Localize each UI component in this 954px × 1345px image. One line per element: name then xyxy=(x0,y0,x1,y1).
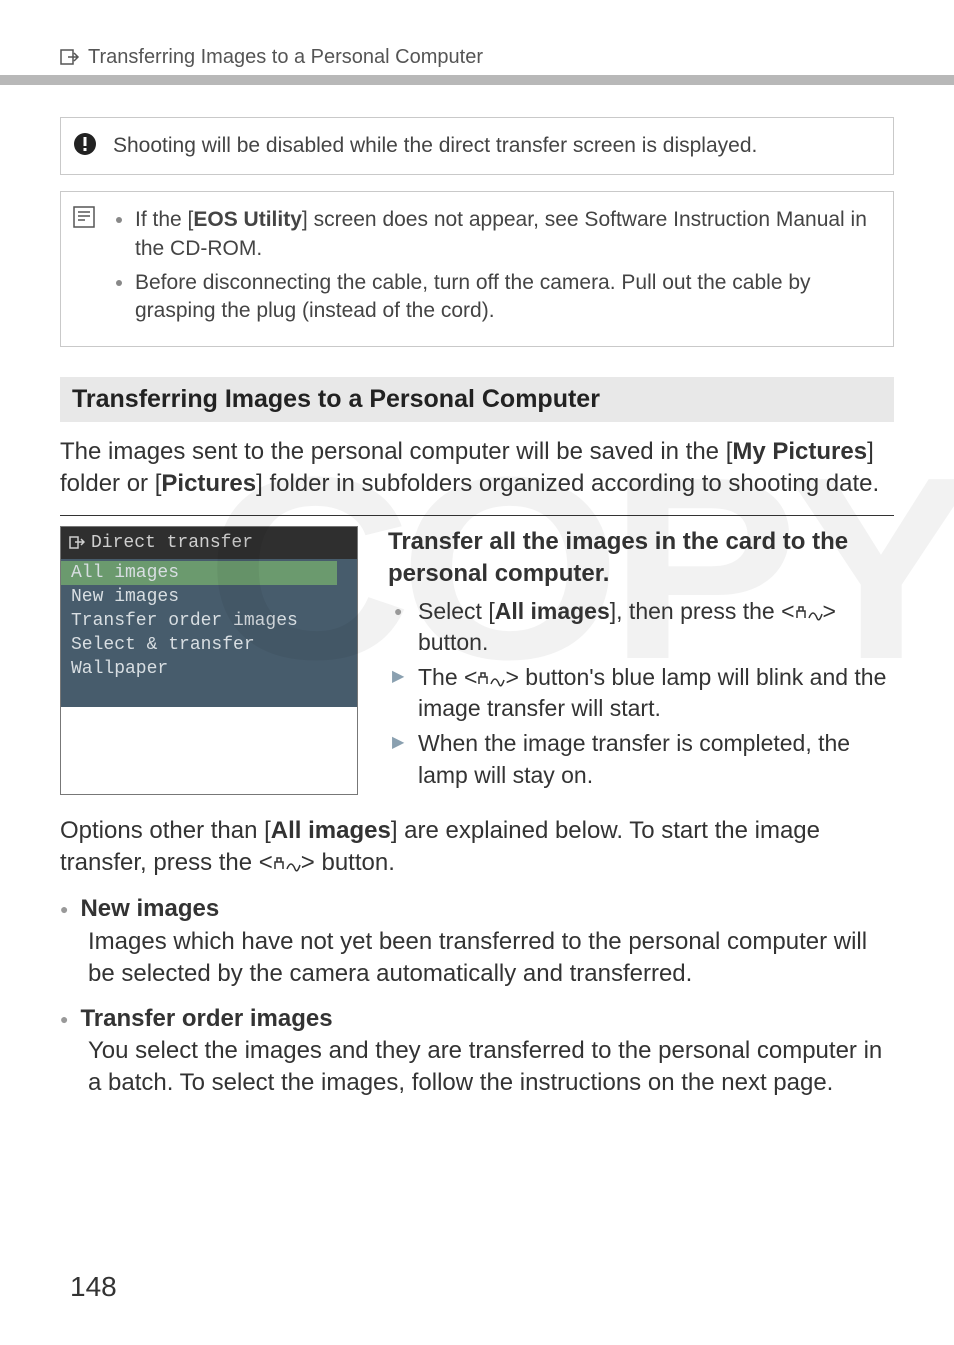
section-subheading: Transferring Images to a Personal Comput… xyxy=(60,377,894,422)
caution-text: Shooting will be disabled while the dire… xyxy=(113,132,757,160)
option-transfer-order: ● Transfer order images You select the i… xyxy=(60,1003,894,1100)
caution-icon xyxy=(73,132,99,160)
page-header: Transferring Images to a Personal Comput… xyxy=(60,46,894,69)
menu-item-select-transfer: Select & transfer xyxy=(61,633,357,657)
step-instructions: Transfer all the images in the card to t… xyxy=(388,526,894,795)
print-transfer-icon xyxy=(795,604,823,622)
camera-menu-screenshot: Direct transfer All images New images Tr… xyxy=(60,526,358,795)
info-icon xyxy=(73,206,99,331)
print-transfer-icon xyxy=(273,855,301,873)
option-body: Images which have not yet been transferr… xyxy=(88,926,894,991)
menu-item-new-images: New images xyxy=(61,585,357,609)
info-item-2: Before disconnecting the cable, turn off… xyxy=(135,269,877,326)
direct-transfer-icon xyxy=(60,49,80,67)
page-header-title: Transferring Images to a Personal Comput… xyxy=(88,46,483,69)
step-bullet-3: When the image transfer is completed, th… xyxy=(418,728,894,790)
bullet-icon: ● xyxy=(60,1010,68,1029)
menu-item-wallpaper: Wallpaper xyxy=(61,657,357,681)
menu-item-all-images: All images xyxy=(61,561,337,585)
intro-paragraph: The images sent to the personal computer… xyxy=(60,436,894,501)
option-body: You select the images and they are trans… xyxy=(88,1035,894,1100)
caution-note: Shooting will be disabled while the dire… xyxy=(60,117,894,175)
separator xyxy=(60,515,894,516)
step-title: Transfer all the images in the card to t… xyxy=(388,526,894,591)
step-bullet-2: The <> button's blue lamp will blink and… xyxy=(418,662,894,724)
menu-body: All images New images Transfer order ima… xyxy=(61,559,357,707)
print-transfer-icon xyxy=(477,670,505,688)
info-item-1: If the [EOS Utility] screen does not app… xyxy=(135,206,877,263)
info-note: If the [EOS Utility] screen does not app… xyxy=(60,191,894,346)
direct-transfer-icon xyxy=(69,536,85,550)
options-intro: Options other than [All images] are expl… xyxy=(60,815,894,880)
option-title: New images xyxy=(80,893,219,925)
header-divider xyxy=(0,75,954,85)
option-title: Transfer order images xyxy=(80,1003,332,1035)
menu-title-bar: Direct transfer xyxy=(61,527,357,559)
step-bullet-1: Select [All images], then press the <> b… xyxy=(418,596,894,658)
page-number: 148 xyxy=(70,1271,117,1303)
menu-item-transfer-order: Transfer order images xyxy=(61,609,357,633)
bullet-icon: ● xyxy=(60,900,68,919)
option-new-images: ● New images Images which have not yet b… xyxy=(60,893,894,990)
info-list: If the [EOS Utility] screen does not app… xyxy=(113,206,877,331)
